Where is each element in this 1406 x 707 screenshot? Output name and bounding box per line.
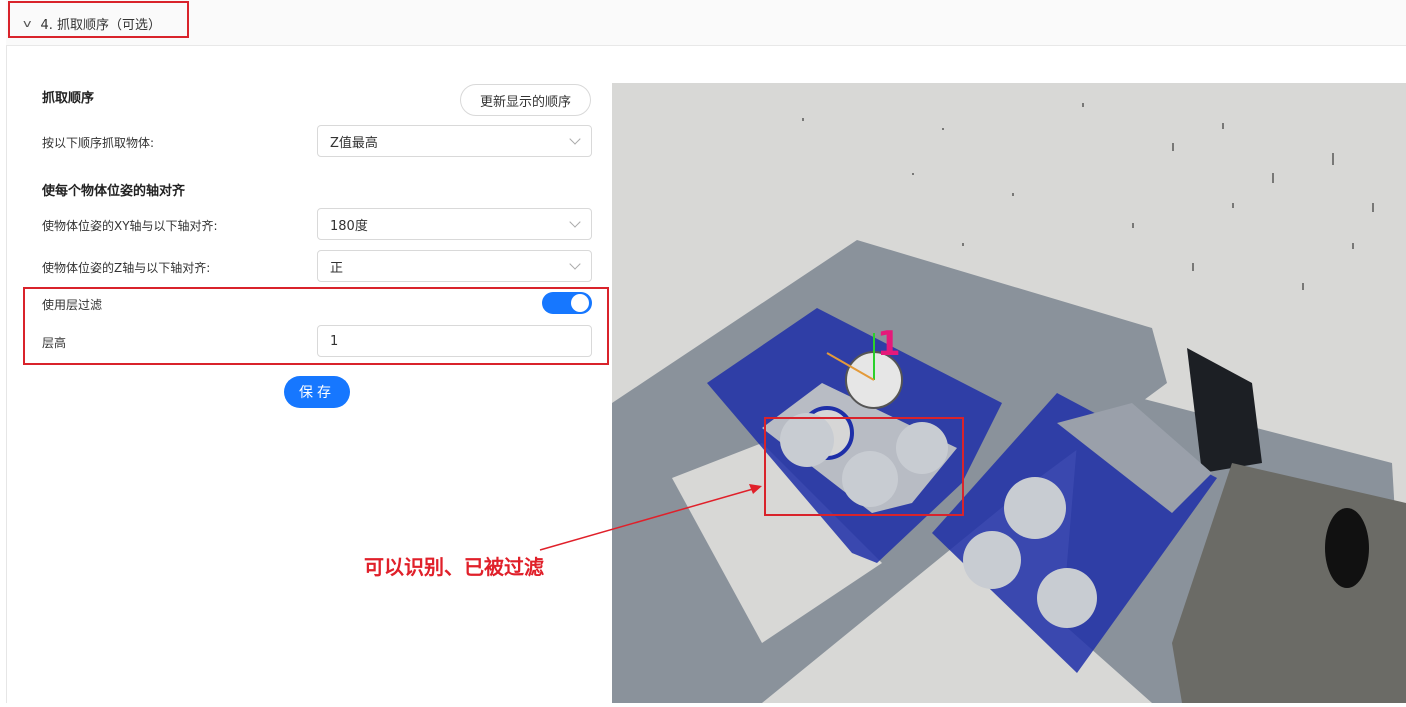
xy-align-label: 使物体位姿的XY轴与以下轴对齐: [42, 219, 218, 233]
layer-filter-label: 使用层过滤 [42, 298, 103, 312]
layer-height-value: 1 [330, 333, 339, 349]
point-cloud-render: 1 [612, 83, 1406, 703]
order-select-value: Z值最高 [330, 135, 378, 151]
order-select[interactable]: Z值最高 [317, 125, 592, 157]
z-align-select[interactable]: 正 [317, 250, 592, 282]
z-align-label: 使物体位姿的Z轴与以下轴对齐: [42, 261, 211, 275]
collapse-title: 4. 抓取顺序（可选） [40, 17, 162, 33]
layer-height-input[interactable]: 1 [317, 325, 592, 357]
chevron-down-icon: v [23, 16, 32, 30]
layer-filter-switch[interactable] [542, 292, 592, 314]
z-align-value: 正 [330, 260, 344, 276]
save-button[interactable]: 保存 [284, 376, 350, 408]
chevron-down-icon [569, 258, 581, 270]
pick-index-label: 1 [877, 324, 901, 364]
xy-align-select[interactable]: 180度 [317, 208, 592, 240]
alignment-title: 使每个物体位姿的轴对齐 [42, 184, 186, 199]
xy-align-value: 180度 [330, 218, 368, 234]
grab-order-title: 抓取顺序 [42, 91, 95, 106]
order-label: 按以下顺序抓取物体: [42, 136, 155, 150]
update-order-button[interactable]: 更新显示的顺序 [460, 84, 591, 116]
collapse-toggle[interactable]: v 4. 抓取顺序（可选） [23, 12, 162, 34]
chevron-down-icon [569, 133, 581, 145]
switch-knob [571, 294, 589, 312]
chevron-down-icon [569, 216, 581, 228]
point-cloud-viewer[interactable]: 1 [612, 83, 1406, 703]
layer-height-label: 层高 [42, 336, 67, 350]
annotation-text: 可以识别、已被过滤 [364, 557, 544, 579]
collapse-header [6, 0, 1406, 46]
